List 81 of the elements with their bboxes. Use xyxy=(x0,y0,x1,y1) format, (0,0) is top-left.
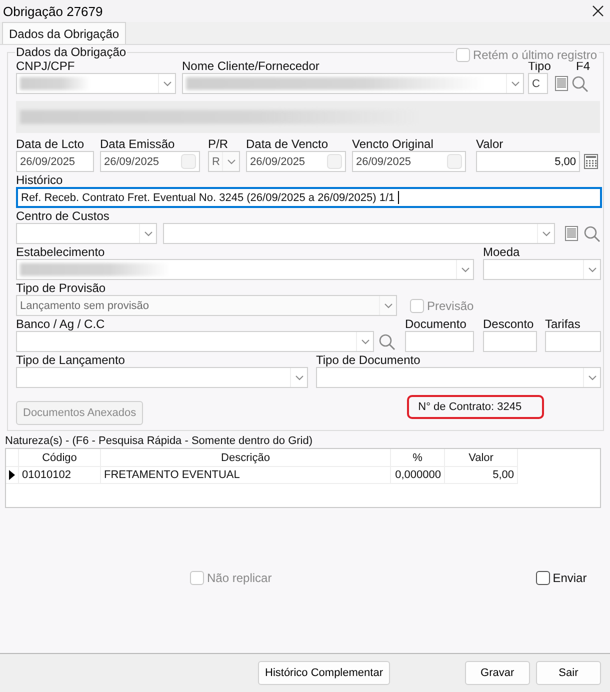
calendar-button-icon[interactable] xyxy=(181,154,196,169)
field-label: Tipo xyxy=(528,59,550,73)
field-label: Documento xyxy=(405,317,468,331)
chevron-down-icon xyxy=(460,266,470,272)
checkbox-label: Enviar xyxy=(552,571,587,585)
column-header[interactable]: Código xyxy=(19,449,101,467)
dropdown-field[interactable] xyxy=(16,223,157,244)
dropdown-field[interactable] xyxy=(16,259,474,280)
dropdown-field[interactable] xyxy=(316,367,601,388)
column-header[interactable]: Valor xyxy=(445,449,518,467)
field-label: Tarifas xyxy=(545,317,582,331)
chevron-down-icon xyxy=(294,374,304,380)
dropdown-field[interactable] xyxy=(483,259,601,280)
button[interactable]: Histórico Complementar xyxy=(258,661,390,685)
column-header[interactable]: % xyxy=(391,449,445,467)
field-label: Desconto xyxy=(483,317,535,331)
calendar-button-icon[interactable] xyxy=(447,154,462,169)
calendar-button-icon[interactable] xyxy=(327,154,342,169)
dropdown-field[interactable]: R xyxy=(208,151,240,172)
field-label: P/R xyxy=(208,137,230,151)
chevron-down-icon xyxy=(384,302,392,308)
field-label: Valor xyxy=(476,137,504,151)
date-field[interactable]: 26/09/2025 xyxy=(352,151,466,172)
redacted-value xyxy=(20,77,90,90)
dropdown-field[interactable] xyxy=(182,73,524,94)
field-label: CNPJ/CPF xyxy=(16,59,76,73)
close-icon[interactable] xyxy=(592,5,604,17)
button[interactable]: Gravar xyxy=(464,661,530,685)
table-cell: 0,000000 xyxy=(391,467,445,484)
list-icon[interactable] xyxy=(562,223,580,244)
chevron-down-icon xyxy=(360,338,370,344)
field-label: Data Emissão xyxy=(100,137,176,151)
dropdown-field[interactable] xyxy=(16,367,308,388)
field-label: Data de Lcto xyxy=(16,137,86,151)
contract-number: N° de Contrato: 3245 xyxy=(407,395,544,419)
column-header[interactable]: Descrição xyxy=(101,449,391,467)
document-field[interactable] xyxy=(405,331,474,352)
field-label: Vencto Original xyxy=(352,137,434,151)
chevron-down-icon xyxy=(588,266,596,272)
table-cell: FRETAMENTO EVENTUAL xyxy=(101,467,391,484)
checkbox-label: Não replicar xyxy=(207,571,272,585)
shortcut-label: F4 xyxy=(576,59,590,73)
group-title: Dados da Obrigação xyxy=(15,45,128,59)
amount-field[interactable]: 5,00 xyxy=(476,151,580,172)
calculator-icon[interactable] xyxy=(582,151,600,172)
field-label: Tipo de Provisão xyxy=(16,281,107,295)
button[interactable]: Sair xyxy=(536,661,602,685)
window-title: Obrigação 27679 xyxy=(3,4,103,18)
chevron-down-icon xyxy=(162,80,172,86)
date-field[interactable]: 26/09/2025 xyxy=(16,151,94,172)
tab[interactable]: Dados da Obrigação xyxy=(2,22,126,44)
checkbox-label: Retém o último registro xyxy=(472,48,597,62)
checkbox-label: Previsão xyxy=(427,298,474,312)
checkbox[interactable] xyxy=(536,571,550,585)
chevron-down-icon xyxy=(144,230,152,236)
field-label: Tipo de Documento xyxy=(316,353,422,367)
field-label: Centro de Custos xyxy=(16,209,110,223)
field-label: Estabelecimento xyxy=(16,245,106,259)
dropdown-field[interactable] xyxy=(16,331,374,352)
field-label: Banco / Ag / C.C xyxy=(16,317,106,331)
chevron-down-icon xyxy=(510,80,520,86)
field-label: Moeda xyxy=(483,245,521,259)
fees-field[interactable] xyxy=(545,331,601,352)
field-label: Histórico xyxy=(16,173,64,187)
chevron-down-icon xyxy=(542,230,550,236)
grid-title: Natureza(s) - (F6 - Pesquisa Rápida - Somente dentro do Grid) xyxy=(5,434,314,448)
list-icon[interactable] xyxy=(552,73,570,94)
date-field[interactable]: 26/09/2025 xyxy=(246,151,346,172)
field-label: Nome Cliente/Fornecedor xyxy=(182,59,320,73)
dropdown-field[interactable] xyxy=(163,223,555,244)
table-cell: 5,00 xyxy=(445,467,518,484)
field-label: Tipo de Lançamento xyxy=(16,353,126,367)
discount-field[interactable] xyxy=(483,331,537,352)
table-cell: 01010102 xyxy=(19,467,101,484)
type-field[interactable]: C xyxy=(528,73,548,94)
chevron-down-icon xyxy=(588,374,596,380)
history-field[interactable]: Ref. Receb. Contrato Fret. Eventual No. 3245 (26/09/2025 a 26/09/2025) 1/1 xyxy=(16,187,602,208)
chevron-down-icon xyxy=(226,158,236,164)
field-label: Data de Vencto xyxy=(246,137,330,151)
date-field[interactable]: 26/09/2025 xyxy=(100,151,200,172)
dropdown-field[interactable] xyxy=(16,73,176,94)
